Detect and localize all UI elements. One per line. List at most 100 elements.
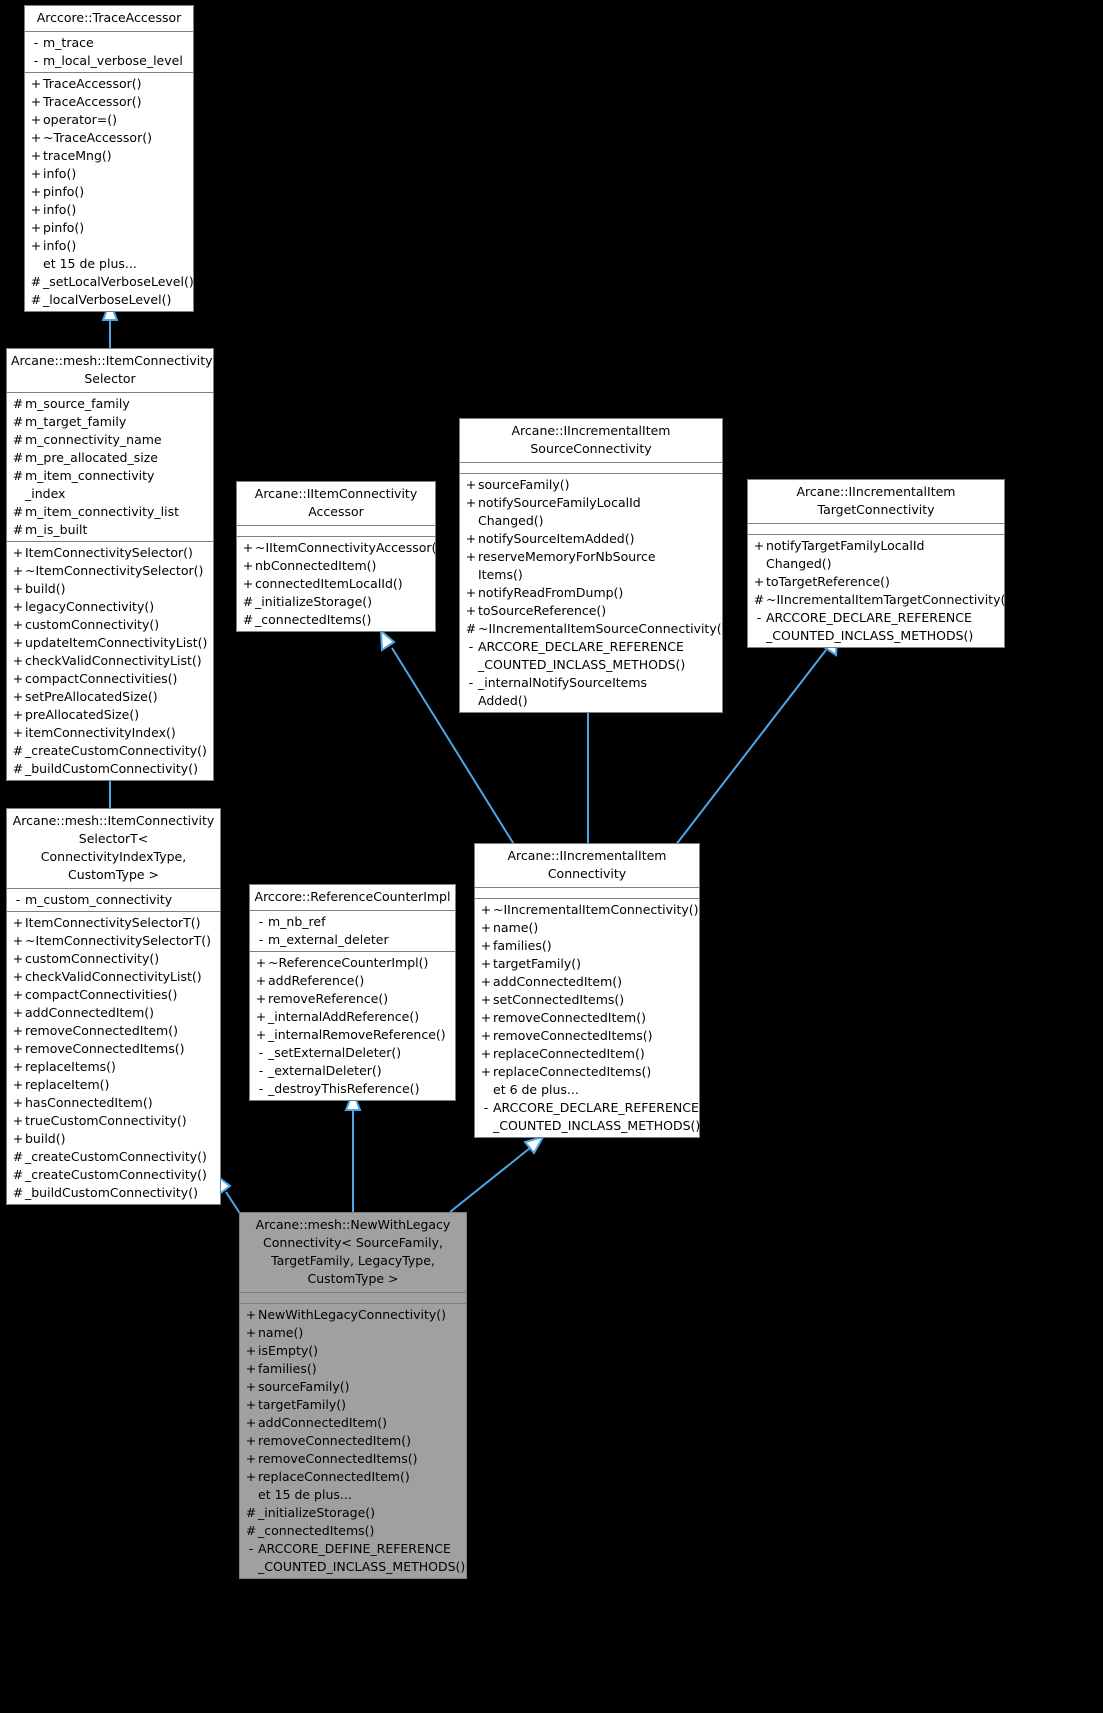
method-row: # _connectedItems() bbox=[240, 1522, 466, 1540]
visibility-marker: # bbox=[30, 274, 42, 289]
attribute-row: # m_target_family bbox=[7, 413, 213, 431]
visibility-marker: + bbox=[12, 653, 24, 668]
member-name: replaceConnectedItem() bbox=[493, 1046, 645, 1061]
class-title: Arcane::mesh::NewWithLegacy Connectivity… bbox=[240, 1213, 466, 1293]
visibility-marker: # bbox=[753, 592, 765, 607]
visibility-marker: + bbox=[245, 1433, 257, 1448]
visibility-marker: + bbox=[12, 599, 24, 614]
methods-section: + notifyTargetFamilyLocalId Changed() + to… bbox=[748, 535, 1010, 647]
class-box-new-with-legacy-connectivity[interactable]: Arcane::mesh::NewWithLegacy Connectivity… bbox=[239, 1212, 467, 1579]
method-row: + NewWithLegacyConnectivity() bbox=[240, 1306, 466, 1324]
member-name: name() bbox=[493, 920, 539, 935]
visibility-marker: + bbox=[465, 549, 477, 564]
member-name: sourceFamily() bbox=[478, 477, 570, 492]
visibility-marker: + bbox=[465, 603, 477, 618]
methods-section: + NewWithLegacyConnectivity() + name() + is… bbox=[240, 1304, 466, 1578]
method-row: # _initializeStorage() bbox=[240, 1504, 466, 1522]
class-title: Arcane::mesh::ItemConnectivity SelectorT… bbox=[7, 809, 220, 889]
attribute-row: # m_item_connectivity_list bbox=[7, 503, 213, 521]
method-row: + addReference() bbox=[250, 972, 455, 990]
member-name: ARCCORE_DECLARE_REFERENCE _COUNTED_INCLA… bbox=[493, 1100, 701, 1133]
visibility-marker: + bbox=[480, 902, 492, 917]
method-row: + notifySourceItemAdded() bbox=[460, 530, 722, 548]
member-name: m_connectivity_name bbox=[25, 432, 162, 447]
member-name: customConnectivity() bbox=[25, 951, 160, 966]
method-row: # ~IIncrementalItemTargetConnectivity() bbox=[748, 591, 1010, 609]
member-name: ARCCORE_DECLARE_REFERENCE _COUNTED_INCLA… bbox=[766, 610, 974, 643]
method-row: + TraceAccessor() bbox=[25, 93, 193, 111]
visibility-marker: + bbox=[30, 184, 42, 199]
method-row: # _createCustomConnectivity() bbox=[7, 1166, 220, 1184]
member-name: info() bbox=[43, 166, 77, 181]
member-name: ~IIncrementalItemTargetConnectivity() bbox=[766, 592, 1011, 607]
class-box-trace-accessor[interactable]: Arccore::TraceAccessor - m_trace - m_loc… bbox=[24, 5, 194, 312]
member-name: _internalAddReference() bbox=[268, 1009, 420, 1024]
visibility-marker: + bbox=[30, 130, 42, 145]
class-title: Arcane::IIncrementalItem TargetConnectiv… bbox=[748, 480, 1004, 524]
method-row: - _externalDeleter() bbox=[250, 1062, 455, 1080]
class-box-reference-counter-impl[interactable]: Arccore::ReferenceCounterImpl - m_nb_ref … bbox=[249, 884, 456, 1101]
attributes-section-empty bbox=[460, 463, 722, 474]
visibility-marker: + bbox=[12, 987, 24, 1002]
visibility-marker: + bbox=[245, 1325, 257, 1340]
member-name: setConnectedItems() bbox=[493, 992, 625, 1007]
member-name: _externalDeleter() bbox=[268, 1063, 382, 1078]
member-name: ~IItemConnectivityAccessor() bbox=[255, 540, 442, 555]
visibility-marker: # bbox=[12, 1149, 24, 1164]
method-row: + notifyTargetFamilyLocalId Changed() bbox=[748, 537, 1004, 573]
method-row: + sourceFamily() bbox=[460, 476, 722, 494]
method-row: + ~IItemConnectivityAccessor() bbox=[237, 539, 442, 557]
method-row: + customConnectivity() bbox=[7, 616, 213, 634]
member-name: _createCustomConnectivity() bbox=[25, 1167, 207, 1182]
visibility-marker: + bbox=[30, 220, 42, 235]
member-name: sourceFamily() bbox=[258, 1379, 350, 1394]
member-name: ItemConnectivitySelector() bbox=[25, 545, 193, 560]
methods-section: + ItemConnectivitySelector() + ~ItemConnec… bbox=[7, 542, 213, 780]
visibility-marker: + bbox=[12, 1005, 24, 1020]
visibility-marker: # bbox=[465, 621, 477, 636]
method-row: + notifySourceFamilyLocalId Changed() bbox=[460, 494, 722, 530]
member-name: ARCCORE_DEFINE_REFERENCE _COUNTED_INCLAS… bbox=[258, 1541, 466, 1574]
member-name: removeConnectedItems() bbox=[493, 1028, 653, 1043]
member-name: removeReference() bbox=[268, 991, 389, 1006]
class-box-iincremental-item-source-connectivity[interactable]: Arcane::IIncrementalItem SourceConnectiv… bbox=[459, 418, 727, 713]
member-name: addReference() bbox=[268, 973, 365, 988]
class-box-iincremental-item-target-connectivity[interactable]: Arcane::IIncrementalItem TargetConnectiv… bbox=[747, 479, 1010, 648]
attribute-row: # m_item_connectivity _index bbox=[7, 467, 213, 503]
member-name: info() bbox=[43, 202, 77, 217]
member-name: m_local_verbose_level bbox=[43, 53, 183, 68]
member-name: addConnectedItem() bbox=[258, 1415, 388, 1430]
visibility-marker: + bbox=[245, 1307, 257, 1322]
class-box-item-connectivity-selector[interactable]: Arcane::mesh::ItemConnectivity Selector … bbox=[6, 348, 214, 781]
method-row: + ItemConnectivitySelectorT() bbox=[7, 914, 220, 932]
method-row: + _internalAddReference() bbox=[250, 1008, 455, 1026]
method-row: + connectedItemLocalId() bbox=[237, 575, 435, 593]
visibility-marker: # bbox=[12, 396, 24, 411]
visibility-marker: + bbox=[30, 112, 42, 127]
visibility-marker: # bbox=[12, 1167, 24, 1182]
class-box-iincremental-item-connectivity[interactable]: Arcane::IIncrementalItem Connectivity + ~… bbox=[474, 843, 700, 1138]
class-box-item-connectivity-selector-t[interactable]: Arcane::mesh::ItemConnectivity SelectorT… bbox=[6, 808, 221, 1205]
member-name: _buildCustomConnectivity() bbox=[25, 1185, 198, 1200]
member-name: et 15 de plus... bbox=[43, 256, 137, 271]
member-name: m_trace bbox=[43, 35, 94, 50]
visibility-marker: # bbox=[12, 1185, 24, 1200]
visibility-marker: + bbox=[12, 1023, 24, 1038]
class-title: Arcane::mesh::ItemConnectivity Selector bbox=[7, 349, 213, 393]
class-box-iitem-connectivity-accessor[interactable]: Arcane::IItemConnectivity Accessor + ~IIt… bbox=[236, 481, 442, 632]
visibility-marker: + bbox=[12, 915, 24, 930]
visibility-marker: + bbox=[12, 545, 24, 560]
method-row: + itemConnectivityIndex() bbox=[7, 724, 213, 742]
member-name: trueCustomConnectivity() bbox=[25, 1113, 187, 1128]
member-name: ~IIncrementalItemConnectivity() bbox=[493, 902, 699, 917]
attributes-section-empty bbox=[748, 524, 1004, 535]
visibility-marker: + bbox=[30, 94, 42, 109]
method-row: + updateItemConnectivityList() bbox=[7, 634, 213, 652]
member-name: _internalNotifySourceItems Added() bbox=[478, 675, 648, 708]
attribute-row: - m_external_deleter bbox=[250, 931, 455, 949]
attribute-row: - m_trace bbox=[25, 34, 193, 52]
method-row: + nbConnectedItem() bbox=[237, 557, 435, 575]
method-row: + TraceAccessor() bbox=[25, 75, 193, 93]
visibility-marker: - bbox=[468, 639, 474, 654]
visibility-marker: - bbox=[33, 53, 39, 68]
